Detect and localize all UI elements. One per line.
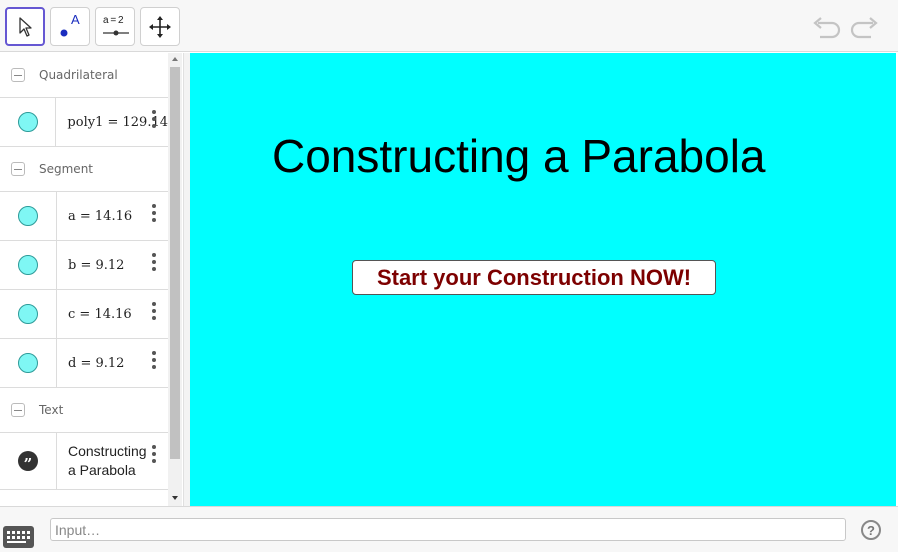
quote-icon[interactable]: ” [18,451,38,471]
algebra-item-value[interactable]: b = 9.12 [57,241,124,289]
visibility-toggle[interactable] [0,241,57,289]
marble-icon[interactable] [18,353,38,373]
more-options-icon[interactable] [152,445,156,463]
algebra-list: Quadrilateral poly1 = 129.14 Segment a =… [0,53,168,490]
redo-icon [850,17,878,39]
visibility-toggle[interactable]: ” [0,433,57,489]
algebra-view: Quadrilateral poly1 = 129.14 Segment a =… [0,53,183,506]
collapse-icon[interactable] [11,162,25,176]
algebra-item-poly1[interactable]: poly1 = 129.14 [0,98,168,147]
algebra-scrollbar[interactable] [168,53,182,506]
undo-button[interactable] [811,12,843,42]
group-header-segment[interactable]: Segment [0,147,168,192]
more-options-icon[interactable] [152,302,156,320]
group-label: Text [39,403,64,417]
marble-icon[interactable] [17,112,38,132]
algebra-item-c[interactable]: c = 14.16 [0,290,168,339]
view-splitter[interactable] [183,53,190,506]
group-label: Segment [39,162,93,176]
group-header-quadrilateral[interactable]: Quadrilateral [0,53,168,98]
algebra-item-a[interactable]: a = 14.16 [0,192,168,241]
cursor-arrow-icon [19,16,32,37]
start-construction-button[interactable]: Start your Construction NOW! [352,260,716,295]
scroll-down-icon[interactable] [172,496,178,500]
visibility-toggle[interactable] [0,290,57,338]
visibility-toggle[interactable] [0,339,57,387]
slider-tool-label: a = 2 [103,15,124,26]
graphics-title-text[interactable]: Constructing a Parabola [272,129,766,183]
marble-icon[interactable] [18,304,38,324]
move-graphics-view-tool-button[interactable] [140,7,180,46]
scroll-thumb[interactable] [170,67,180,459]
more-options-icon[interactable] [152,204,156,222]
input-field[interactable] [50,518,846,541]
toolbar: A a = 2 [0,0,898,52]
group-header-text[interactable]: Text [0,388,168,433]
algebra-item-value[interactable]: a = 14.16 [57,192,132,240]
algebra-item-value[interactable]: d = 9.12 [57,339,124,387]
algebra-item-b[interactable]: b = 9.12 [0,241,168,290]
algebra-item-text1[interactable]: ” Constructing a Parabola [0,433,168,490]
point-tool-button[interactable]: A [50,7,90,46]
move-arrows-icon [149,15,171,38]
undo-icon [813,17,841,39]
point-a-icon [60,29,68,36]
marble-icon[interactable] [18,206,38,226]
point-tool-label: A [71,12,80,27]
keyboard-icon[interactable] [3,526,34,548]
slider-icon [103,30,129,36]
more-options-icon[interactable] [152,351,156,369]
input-bar: ? [0,506,898,552]
group-label: Quadrilateral [39,68,118,82]
more-options-icon[interactable] [152,110,156,128]
slider-tool-button[interactable]: a = 2 [95,7,135,46]
visibility-toggle[interactable] [0,98,57,146]
more-options-icon[interactable] [152,253,156,271]
help-button[interactable]: ? [861,520,881,540]
redo-button[interactable] [848,12,880,42]
graphics-view[interactable]: Constructing a Parabola Start your Const… [190,53,896,506]
marble-icon[interactable] [18,255,38,275]
scroll-up-icon[interactable] [172,57,178,61]
move-tool-button[interactable] [5,7,45,46]
visibility-toggle[interactable] [0,192,57,240]
algebra-item-value[interactable]: c = 14.16 [57,290,132,338]
collapse-icon[interactable] [11,403,25,417]
algebra-item-value[interactable]: Constructing a Parabola [57,433,147,489]
algebra-item-d[interactable]: d = 9.12 [0,339,168,388]
collapse-icon[interactable] [11,68,25,82]
